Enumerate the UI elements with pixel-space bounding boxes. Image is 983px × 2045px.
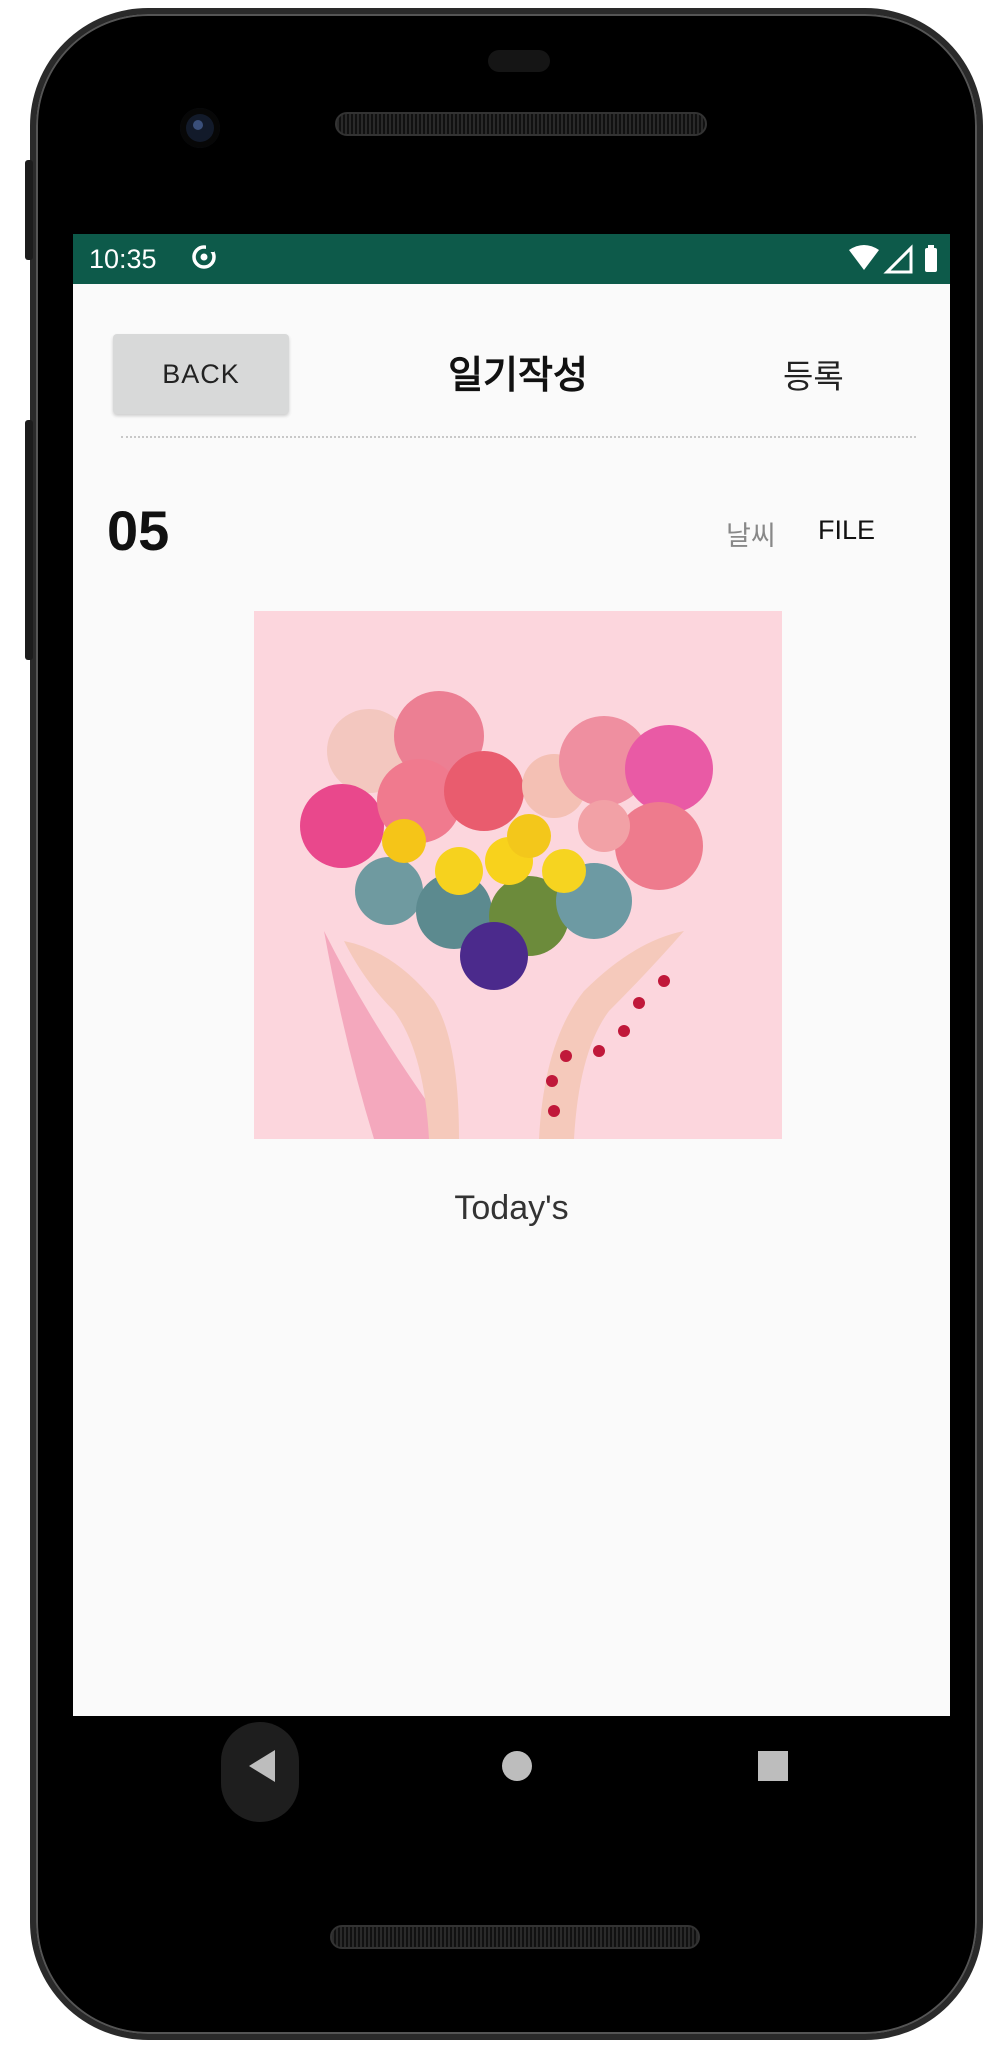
power-button <box>25 160 33 260</box>
signal-icon <box>883 244 913 274</box>
status-icons <box>849 244 937 274</box>
top-speaker-grille <box>335 112 707 136</box>
weather-button[interactable]: 날씨 <box>726 514 776 553</box>
home-circle-icon[interactable] <box>497 1746 537 1786</box>
day-number: 05 <box>107 499 170 562</box>
recents-square-icon[interactable] <box>753 1746 793 1786</box>
page-title: 일기작성 <box>448 353 588 397</box>
register-button[interactable]: 등록 <box>783 350 844 398</box>
toolbar: BACK 일기작성 등록 <box>73 284 950 440</box>
diary-photo[interactable] <box>254 611 782 1139</box>
header-divider <box>121 436 916 438</box>
sync-icon <box>192 245 216 269</box>
back-button[interactable]: BACK <box>113 334 289 414</box>
photo-caption: Today's <box>454 1189 569 1227</box>
bottom-speaker-grille <box>330 1925 700 1949</box>
app-screen: 10:35 BACK 일기작성 등록 05 날씨 FILE Today's <box>73 234 950 1716</box>
back-triangle-icon[interactable] <box>243 1746 283 1786</box>
earpiece <box>488 50 550 72</box>
navigation-bar <box>73 1716 950 1836</box>
volume-button <box>25 420 33 660</box>
file-button[interactable]: FILE <box>818 515 875 546</box>
wifi-icon <box>849 245 879 270</box>
flower-heart-image <box>300 691 713 1139</box>
front-camera-icon <box>180 108 220 148</box>
status-time: 10:35 <box>89 244 157 274</box>
battery-icon <box>925 248 937 272</box>
status-bar: 10:35 <box>73 234 950 284</box>
